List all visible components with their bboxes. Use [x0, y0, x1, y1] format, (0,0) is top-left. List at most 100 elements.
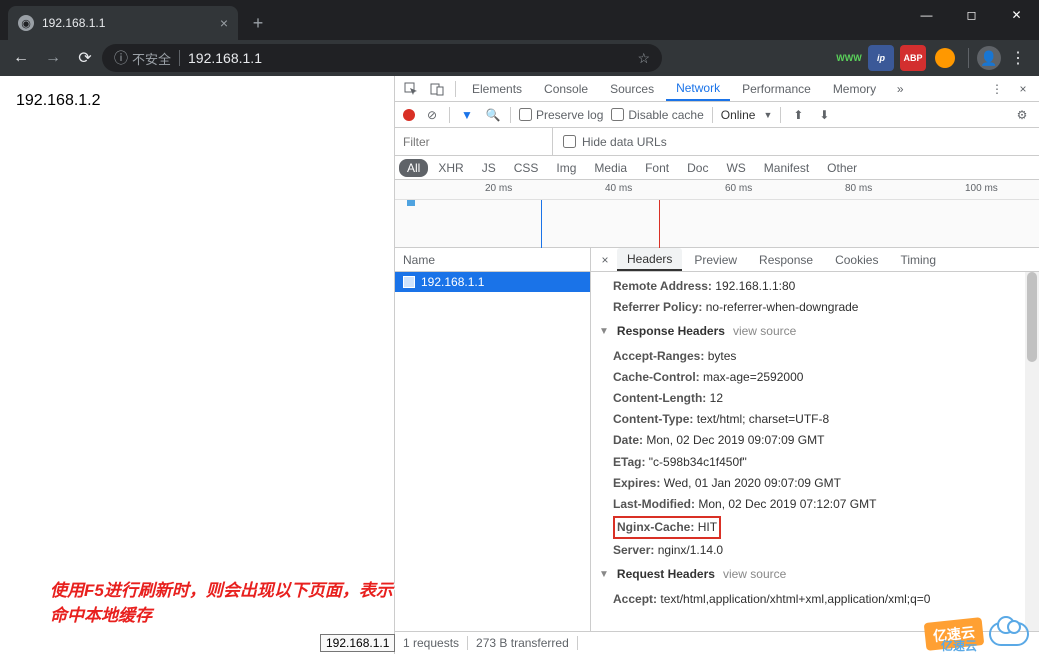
watermark: 亿速云 亿速云 — [925, 620, 1029, 648]
detail-tab-response[interactable]: Response — [749, 248, 823, 271]
network-filter-bar: Hide data URLs — [395, 128, 1039, 156]
domcontent-line — [541, 200, 542, 248]
chevron-down-icon[interactable]: ▼ — [763, 110, 772, 120]
view-source-link[interactable]: view source — [733, 322, 796, 341]
type-img[interactable]: Img — [548, 159, 584, 177]
type-manifest[interactable]: Manifest — [756, 159, 817, 177]
status-transferred: 273 B transferred — [476, 636, 569, 650]
type-all[interactable]: All — [399, 159, 428, 177]
browser-menu-icon[interactable]: ⋮ — [1003, 48, 1033, 68]
load-line — [659, 200, 660, 248]
type-js[interactable]: JS — [474, 159, 504, 177]
type-other[interactable]: Other — [819, 159, 865, 177]
security-indicator[interactable]: ⓘ不安全 — [114, 48, 171, 68]
close-window-button[interactable]: ✕ — [994, 0, 1039, 30]
request-headers-section[interactable]: ▼Request Headersview source — [591, 561, 1039, 588]
back-button[interactable]: ← — [6, 43, 36, 73]
address-bar: ← → ⟳ ⓘ不安全 192.168.1.1 ☆ WWW ip ABP 👤 ⋮ — [0, 40, 1039, 76]
search-icon[interactable]: 🔍 — [484, 108, 502, 122]
maximize-button[interactable]: ◻ — [949, 0, 994, 30]
devtools-close-icon[interactable]: × — [1011, 77, 1035, 101]
header-accept-ranges: Accept-Ranges: bytes — [591, 346, 1039, 367]
omnibox[interactable]: ⓘ不安全 192.168.1.1 ☆ — [102, 44, 662, 72]
header-nginx-cache: Nginx-Cache: HIT — [591, 515, 1039, 540]
upload-har-icon[interactable]: ⬆ — [789, 108, 807, 122]
status-requests: 1 requests — [403, 636, 459, 650]
header-expires: Expires: Wed, 01 Jan 2020 09:07:09 GMT — [591, 473, 1039, 494]
request-row[interactable]: 192.168.1.1 — [395, 272, 590, 292]
scrollbar-thumb[interactable] — [1027, 272, 1037, 362]
filter-toggle-icon[interactable]: ▼ — [458, 108, 476, 122]
detail-tab-cookies[interactable]: Cookies — [825, 248, 888, 271]
device-toolbar-icon[interactable] — [425, 77, 449, 101]
timeline-bar — [407, 200, 415, 206]
bookmark-star-icon[interactable]: ☆ — [637, 50, 650, 67]
annotation-text: 使用F5进行刷新时，则会出现以下页面，表示命中本地缓存 — [50, 576, 394, 626]
reload-button[interactable]: ⟳ — [70, 43, 100, 73]
name-column-header[interactable]: Name — [395, 248, 590, 272]
type-xhr[interactable]: XHR — [430, 159, 471, 177]
extension-orange[interactable] — [932, 45, 958, 71]
request-list: Name 192.168.1.1 — [395, 248, 591, 631]
detail-tab-preview[interactable]: Preview — [684, 248, 747, 271]
close-tab-icon[interactable]: × — [220, 15, 228, 31]
clear-icon[interactable]: ⊘ — [423, 108, 441, 122]
tab-network[interactable]: Network — [666, 76, 730, 101]
detail-tab-headers[interactable]: Headers — [617, 248, 682, 271]
new-tab-button[interactable]: + — [244, 9, 272, 37]
page-body-text: 192.168.1.2 — [16, 92, 378, 110]
record-button[interactable] — [403, 109, 415, 121]
close-detail-icon[interactable]: × — [595, 253, 615, 267]
minimize-button[interactable]: — — [904, 0, 949, 30]
extension-www[interactable]: WWW — [836, 45, 862, 71]
tab-title: 192.168.1.1 — [42, 16, 212, 30]
info-icon: ⓘ — [114, 48, 128, 68]
type-ws[interactable]: WS — [718, 159, 753, 177]
header-etag: ETag: "c-598b34c1f450f" — [591, 452, 1039, 473]
view-source-link[interactable]: view source — [723, 565, 786, 584]
header-referrer-policy: Referrer Policy: no-referrer-when-downgr… — [591, 297, 1039, 318]
profile-avatar-icon[interactable]: 👤 — [977, 46, 1001, 70]
download-har-icon[interactable]: ⬇ — [815, 108, 833, 122]
triangle-down-icon[interactable]: ▼ — [599, 567, 609, 583]
extension-ip[interactable]: ip — [868, 45, 894, 71]
link-tooltip: 192.168.1.1 — [320, 634, 395, 652]
separator — [577, 636, 578, 650]
separator — [455, 81, 456, 97]
separator — [780, 107, 781, 123]
tab-console[interactable]: Console — [534, 76, 598, 101]
detail-tab-timing[interactable]: Timing — [890, 248, 946, 271]
tab-sources[interactable]: Sources — [600, 76, 664, 101]
document-icon — [403, 276, 415, 288]
tab-memory[interactable]: Memory — [823, 76, 886, 101]
inspect-element-icon[interactable] — [399, 77, 423, 101]
more-tabs-icon[interactable]: » — [888, 77, 912, 101]
type-css[interactable]: CSS — [506, 159, 547, 177]
triangle-down-icon[interactable]: ▼ — [599, 324, 609, 340]
type-media[interactable]: Media — [586, 159, 635, 177]
response-headers-section[interactable]: ▼Response Headersview source — [591, 318, 1039, 345]
throttling-select[interactable]: Online — [721, 108, 756, 122]
tab-performance[interactable]: Performance — [732, 76, 821, 101]
hide-data-urls-checkbox[interactable]: Hide data URLs — [553, 135, 677, 149]
extension-abp[interactable]: ABP — [900, 45, 926, 71]
header-server: Server: nginx/1.14.0 — [591, 540, 1039, 561]
detail-pane: × Headers Preview Response Cookies Timin… — [591, 248, 1039, 631]
cloud-icon — [989, 622, 1029, 646]
tab-elements[interactable]: Elements — [462, 76, 532, 101]
timeline-ruler: 20 ms 40 ms 60 ms 80 ms 100 ms — [395, 180, 1039, 200]
header-remote-address: Remote Address: 192.168.1.1:80 — [591, 276, 1039, 297]
filter-input[interactable] — [395, 128, 553, 155]
header-cache-control: Cache-Control: max-age=2592000 — [591, 367, 1039, 388]
disable-cache-checkbox[interactable]: Disable cache — [611, 108, 703, 122]
type-font[interactable]: Font — [637, 159, 677, 177]
network-timeline[interactable]: 20 ms 40 ms 60 ms 80 ms 100 ms — [395, 180, 1039, 248]
header-content-length: Content-Length: 12 — [591, 388, 1039, 409]
type-doc[interactable]: Doc — [679, 159, 716, 177]
preserve-log-checkbox[interactable]: Preserve log — [519, 108, 603, 122]
header-accept: Accept: text/html,application/xhtml+xml,… — [591, 589, 1039, 610]
devtools-menu-icon[interactable]: ⋮ — [985, 77, 1009, 101]
forward-button[interactable]: → — [38, 43, 68, 73]
browser-tab[interactable]: ◉ 192.168.1.1 × — [8, 6, 238, 40]
settings-gear-icon[interactable]: ⚙ — [1013, 108, 1031, 122]
